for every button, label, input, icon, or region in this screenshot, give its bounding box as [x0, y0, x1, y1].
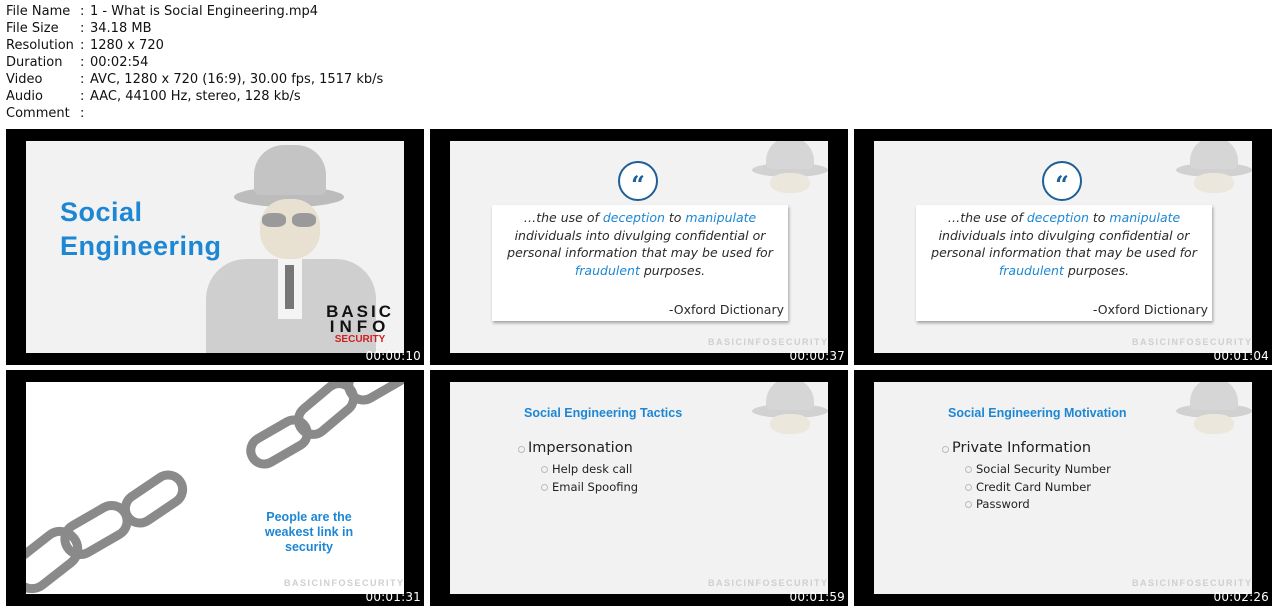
basic-info-security-logo: BASIC INFO SECURITY [326, 302, 394, 345]
timestamp: 00:00:10 [365, 349, 421, 363]
meta-row-filename: File Name:1 - What is Social Engineering… [6, 4, 319, 19]
slide-title: Social Engineering BASIC INFO SECURITY [26, 141, 404, 353]
meta-row-video: Video: AVC, 1280 x 720 (16:9), 30.00 fps,… [6, 72, 384, 87]
slide-tactics: Social Engineering Tactics Impersonation… [450, 382, 828, 594]
quote-mark-icon: “ [1042, 161, 1082, 201]
slide-title-text: Social Engineering [60, 197, 222, 261]
quote-text: …the use of deception to manipulate indi… [931, 210, 1197, 278]
weakest-link-caption: People are the weakest link in security [264, 510, 354, 554]
slide-heading: Social Engineering Tactics [524, 406, 683, 420]
thumbnail-1[interactable]: Social Engineering BASIC INFO SECURITY 0… [6, 129, 424, 365]
watermark: BASICINFOSECURITY [1132, 337, 1252, 347]
meta-row-resolution: Resolution:1280 x 720 [6, 38, 164, 53]
timestamp: 00:00:37 [789, 349, 845, 363]
meta-row-comment: Comment: [6, 106, 85, 121]
list-subitem: Credit Card Number [965, 480, 1091, 494]
slide-motivation: Social Engineering Motivation Private In… [874, 382, 1252, 594]
list-subitem: Social Security Number [965, 462, 1111, 476]
watermark: BASICINFOSECURITY [708, 337, 828, 347]
timestamp: 00:01:59 [789, 590, 845, 604]
watermark: BASICINFOSECURITY [708, 578, 828, 588]
list-item: Private Information [941, 440, 1092, 456]
watermark: BASICINFOSECURITY [1132, 578, 1252, 588]
slide-quote: “ …the use of deception to manipulate in… [450, 141, 828, 353]
thumbnail-3[interactable]: “ …the use of deception to manipulate in… [854, 129, 1272, 365]
timestamp: 00:01:04 [1213, 349, 1269, 363]
quote-card: …the use of deception to manipulate indi… [916, 205, 1212, 321]
slide-quote: “ …the use of deception to manipulate in… [874, 141, 1252, 353]
list-item: Impersonation [518, 440, 633, 456]
quote-mark-icon: “ [618, 161, 658, 201]
slide-heading: Social Engineering Motivation [948, 406, 1127, 420]
meta-row-filesize: File Size:34.18 MB [6, 21, 152, 36]
thumbnail-6[interactable]: Social Engineering Motivation Private In… [854, 370, 1272, 606]
slide-weakest-link: People are the weakest link in security … [26, 382, 404, 594]
quote-card: …the use of deception to manipulate indi… [492, 205, 788, 321]
list-subitem: Email Spoofing [540, 480, 639, 494]
timestamp: 00:01:31 [365, 590, 421, 604]
thumbnail-5[interactable]: Social Engineering Tactics Impersonation… [430, 370, 848, 606]
quote-source: -Oxford Dictionary [668, 302, 784, 317]
list-subitem: Password [965, 497, 1030, 511]
thumbnail-4[interactable]: People are the weakest link in security … [6, 370, 424, 606]
quote-text: …the use of deception to manipulate indi… [507, 210, 773, 278]
timestamp: 00:02:26 [1213, 590, 1269, 604]
meta-row-duration: Duration:00:02:54 [6, 55, 149, 70]
meta-row-audio: Audio: AAC, 44100 Hz, stereo, 128 kb/s [6, 89, 301, 104]
watermark: BASICINFOSECURITY [284, 578, 404, 588]
quote-source: -Oxford Dictionary [1092, 302, 1208, 317]
list-subitem: Help desk call [540, 462, 633, 476]
file-metadata: File Name:1 - What is Social Engineering… [6, 3, 383, 122]
thumbnail-2[interactable]: “ …the use of deception to manipulate in… [430, 129, 848, 365]
